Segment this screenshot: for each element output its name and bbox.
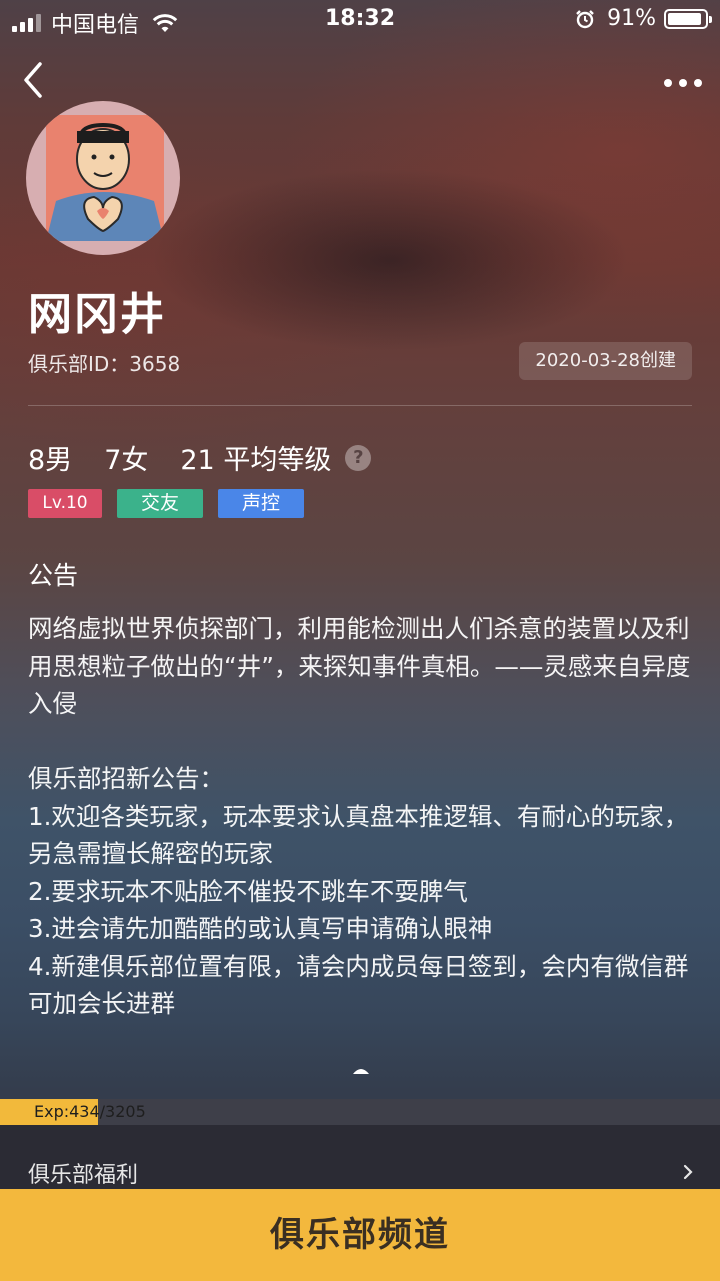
avatar-image [46, 115, 164, 241]
club-name: 网冈井 [28, 289, 166, 340]
divider [28, 405, 692, 406]
female-count: 7女 [104, 445, 149, 476]
male-count: 8男 [28, 445, 73, 476]
status-bar: 中国电信 18:32 91% [0, 0, 720, 40]
club-id: 俱乐部ID：3658 [28, 352, 181, 376]
more-dot [694, 79, 702, 87]
battery-percent: 91% [607, 6, 656, 31]
recruit-rule: 1.欢迎各类玩家，玩本要求认真盘本推逻辑、有耐心的玩家，另急需擅长解密的玩家 [28, 801, 689, 869]
alarm-icon [576, 9, 594, 28]
created-date-badge: 2020-03-28创建 [519, 342, 692, 380]
club-stats: 8男 7女 21 平均等级 ? [28, 438, 372, 477]
more-dot [679, 79, 687, 87]
club-channel-button[interactable]: 俱乐部频道 [0, 1189, 720, 1281]
friend-tag: 交友 [117, 489, 203, 518]
recruit-rule: 4.新建俱乐部位置有限，请会内成员每日签到，会内有微信群可加会长进群 [28, 951, 689, 1019]
exp-progress-bar: Exp:434/3205 [0, 1099, 720, 1125]
notice-title: 公告 [28, 561, 79, 590]
battery-icon [664, 8, 712, 29]
club-welfare-row[interactable]: 俱乐部福利 [0, 1125, 720, 1189]
help-icon[interactable]: ? [345, 444, 372, 471]
club-tags: Lv.10 交友 声控 [28, 489, 304, 518]
chevron-right-icon [683, 1164, 693, 1180]
status-right: 91% [575, 6, 712, 31]
notice-paragraph: 网络虚拟世界侦探部门，利用能检测出人们杀意的装置以及利用思想粒子做出的“井”，来… [28, 614, 691, 718]
recruit-title: 俱乐部招新公告： [28, 764, 224, 793]
voice-tag: 声控 [218, 489, 304, 518]
recruit-rule: 3.进会请先加酷酷的或认真写申请确认眼神 [28, 914, 493, 943]
level-tag: Lv.10 [28, 489, 102, 518]
collapse-arrow-icon[interactable] [351, 1064, 371, 1076]
chevron-left-icon [24, 62, 42, 98]
club-avatar[interactable] [26, 101, 180, 255]
welfare-label: 俱乐部福利 [28, 1163, 139, 1188]
notice-body: 网络虚拟世界侦探部门，利用能检测出人们杀意的装置以及利用思想粒子做出的“井”，来… [28, 610, 698, 1023]
back-button[interactable] [16, 58, 50, 102]
more-dot [664, 79, 672, 87]
recruit-rule: 2.要求玩本不贴脸不催投不跳车不耍脾气 [28, 876, 468, 906]
more-button[interactable] [664, 72, 702, 94]
average-level: 21 平均等级 [180, 445, 332, 476]
exp-text: Exp:434/3205 [34, 1102, 146, 1121]
